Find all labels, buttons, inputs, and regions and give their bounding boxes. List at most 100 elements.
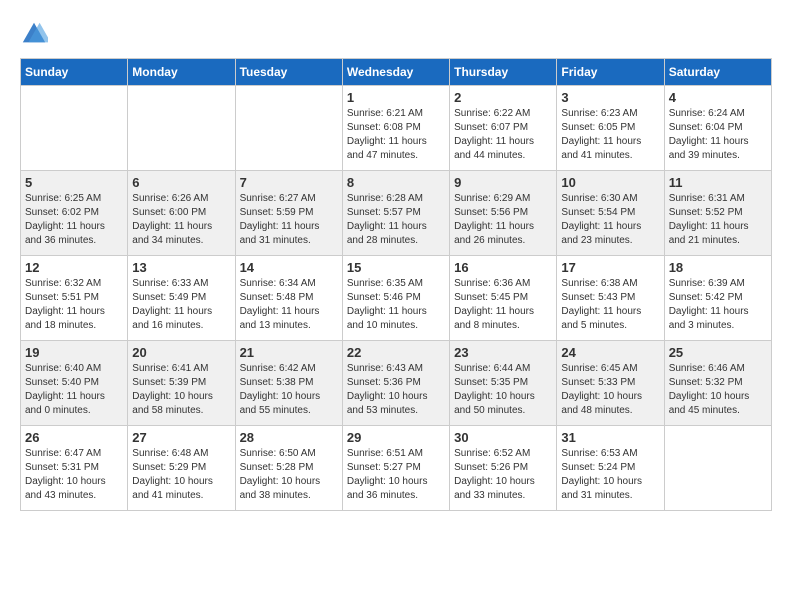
calendar-week-row: 12 Sunrise: 6:32 AM Sunset: 5:51 PM Dayli… bbox=[21, 256, 772, 341]
day-info: Sunrise: 6:33 AM Sunset: 5:49 PM Dayligh… bbox=[132, 277, 230, 333]
calendar-cell: 26 Sunrise: 6:47 AM Sunset: 5:31 PM Dayli… bbox=[21, 426, 128, 511]
calendar-cell: 16 Sunrise: 6:36 AM Sunset: 5:45 PM Dayli… bbox=[450, 256, 557, 341]
day-info: Sunrise: 6:35 AM Sunset: 5:46 PM Dayligh… bbox=[347, 277, 445, 333]
calendar-cell: 31 Sunrise: 6:53 AM Sunset: 5:24 PM Dayli… bbox=[557, 426, 664, 511]
calendar-cell: 13 Sunrise: 6:33 AM Sunset: 5:49 PM Dayli… bbox=[128, 256, 235, 341]
day-number: 17 bbox=[561, 260, 659, 275]
calendar-cell: 12 Sunrise: 6:32 AM Sunset: 5:51 PM Dayli… bbox=[21, 256, 128, 341]
calendar-cell: 29 Sunrise: 6:51 AM Sunset: 5:27 PM Dayli… bbox=[342, 426, 449, 511]
day-info: Sunrise: 6:32 AM Sunset: 5:51 PM Dayligh… bbox=[25, 277, 123, 333]
day-number: 20 bbox=[132, 345, 230, 360]
calendar-table: SundayMondayTuesdayWednesdayThursdayFrid… bbox=[20, 58, 772, 511]
calendar-cell: 10Sunrise: 6:30 AM Sunset: 5:54 PM Dayli… bbox=[557, 171, 664, 256]
day-number: 11 bbox=[669, 175, 767, 190]
day-number: 23 bbox=[454, 345, 552, 360]
day-info: Sunrise: 6:51 AM Sunset: 5:27 PM Dayligh… bbox=[347, 447, 445, 503]
day-number: 16 bbox=[454, 260, 552, 275]
day-number: 14 bbox=[240, 260, 338, 275]
day-info: Sunrise: 6:25 AM Sunset: 6:02 PM Dayligh… bbox=[25, 192, 123, 248]
calendar-container: SundayMondayTuesdayWednesdayThursdayFrid… bbox=[0, 0, 792, 521]
day-info: Sunrise: 6:22 AM Sunset: 6:07 PM Dayligh… bbox=[454, 107, 552, 163]
day-number: 15 bbox=[347, 260, 445, 275]
weekday-header: Tuesday bbox=[235, 59, 342, 86]
calendar-week-row: 5 Sunrise: 6:25 AM Sunset: 6:02 PM Daylig… bbox=[21, 171, 772, 256]
calendar-cell: 22 Sunrise: 6:43 AM Sunset: 5:36 PM Dayli… bbox=[342, 341, 449, 426]
calendar-cell bbox=[21, 86, 128, 171]
day-number: 28 bbox=[240, 430, 338, 445]
calendar-cell: 30Sunrise: 6:52 AM Sunset: 5:26 PM Dayli… bbox=[450, 426, 557, 511]
calendar-week-row: 26 Sunrise: 6:47 AM Sunset: 5:31 PM Dayli… bbox=[21, 426, 772, 511]
day-info: Sunrise: 6:43 AM Sunset: 5:36 PM Dayligh… bbox=[347, 362, 445, 418]
logo-icon bbox=[20, 20, 48, 48]
day-info: Sunrise: 6:45 AM Sunset: 5:33 PM Dayligh… bbox=[561, 362, 659, 418]
weekday-header-row: SundayMondayTuesdayWednesdayThursdayFrid… bbox=[21, 59, 772, 86]
weekday-header: Friday bbox=[557, 59, 664, 86]
day-number: 29 bbox=[347, 430, 445, 445]
day-number: 6 bbox=[132, 175, 230, 190]
day-number: 5 bbox=[25, 175, 123, 190]
calendar-cell: 20 Sunrise: 6:41 AM Sunset: 5:39 PM Dayli… bbox=[128, 341, 235, 426]
day-number: 22 bbox=[347, 345, 445, 360]
day-info: Sunrise: 6:42 AM Sunset: 5:38 PM Dayligh… bbox=[240, 362, 338, 418]
day-number: 2 bbox=[454, 90, 552, 105]
day-number: 19 bbox=[25, 345, 123, 360]
weekday-header: Thursday bbox=[450, 59, 557, 86]
calendar-cell: 11 Sunrise: 6:31 AM Sunset: 5:52 PM Dayli… bbox=[664, 171, 771, 256]
calendar-cell: 2 Sunrise: 6:22 AM Sunset: 6:07 PM Daylig… bbox=[450, 86, 557, 171]
calendar-cell bbox=[128, 86, 235, 171]
day-number: 27 bbox=[132, 430, 230, 445]
calendar-cell bbox=[235, 86, 342, 171]
logo bbox=[20, 20, 50, 48]
day-number: 12 bbox=[25, 260, 123, 275]
day-number: 9 bbox=[454, 175, 552, 190]
day-info: Sunrise: 6:47 AM Sunset: 5:31 PM Dayligh… bbox=[25, 447, 123, 503]
day-info: Sunrise: 6:44 AM Sunset: 5:35 PM Dayligh… bbox=[454, 362, 552, 418]
day-number: 3 bbox=[561, 90, 659, 105]
calendar-cell: 7 Sunrise: 6:27 AM Sunset: 5:59 PM Daylig… bbox=[235, 171, 342, 256]
day-number: 4 bbox=[669, 90, 767, 105]
calendar-cell: 25Sunrise: 6:46 AM Sunset: 5:32 PM Dayli… bbox=[664, 341, 771, 426]
calendar-cell: 3 Sunrise: 6:23 AM Sunset: 6:05 PM Daylig… bbox=[557, 86, 664, 171]
day-info: Sunrise: 6:21 AM Sunset: 6:08 PM Dayligh… bbox=[347, 107, 445, 163]
day-number: 7 bbox=[240, 175, 338, 190]
calendar-cell: 9 Sunrise: 6:29 AM Sunset: 5:56 PM Daylig… bbox=[450, 171, 557, 256]
day-info: Sunrise: 6:50 AM Sunset: 5:28 PM Dayligh… bbox=[240, 447, 338, 503]
day-info: Sunrise: 6:31 AM Sunset: 5:52 PM Dayligh… bbox=[669, 192, 767, 248]
calendar-cell: 5 Sunrise: 6:25 AM Sunset: 6:02 PM Daylig… bbox=[21, 171, 128, 256]
weekday-header: Sunday bbox=[21, 59, 128, 86]
day-info: Sunrise: 6:39 AM Sunset: 5:42 PM Dayligh… bbox=[669, 277, 767, 333]
day-number: 24 bbox=[561, 345, 659, 360]
day-info: Sunrise: 6:27 AM Sunset: 5:59 PM Dayligh… bbox=[240, 192, 338, 248]
calendar-cell: 8Sunrise: 6:28 AM Sunset: 5:57 PM Daylig… bbox=[342, 171, 449, 256]
day-info: Sunrise: 6:23 AM Sunset: 6:05 PM Dayligh… bbox=[561, 107, 659, 163]
day-info: Sunrise: 6:28 AM Sunset: 5:57 PM Dayligh… bbox=[347, 192, 445, 248]
calendar-cell: 14 Sunrise: 6:34 AM Sunset: 5:48 PM Dayli… bbox=[235, 256, 342, 341]
day-info: Sunrise: 6:41 AM Sunset: 5:39 PM Dayligh… bbox=[132, 362, 230, 418]
day-info: Sunrise: 6:29 AM Sunset: 5:56 PM Dayligh… bbox=[454, 192, 552, 248]
calendar-cell: 24 Sunrise: 6:45 AM Sunset: 5:33 PM Dayli… bbox=[557, 341, 664, 426]
day-info: Sunrise: 6:40 AM Sunset: 5:40 PM Dayligh… bbox=[25, 362, 123, 418]
calendar-cell bbox=[664, 426, 771, 511]
calendar-cell: 4 Sunrise: 6:24 AM Sunset: 6:04 PM Daylig… bbox=[664, 86, 771, 171]
day-info: Sunrise: 6:52 AM Sunset: 5:26 PM Dayligh… bbox=[454, 447, 552, 503]
day-info: Sunrise: 6:30 AM Sunset: 5:54 PM Dayligh… bbox=[561, 192, 659, 248]
day-number: 31 bbox=[561, 430, 659, 445]
day-number: 1 bbox=[347, 90, 445, 105]
calendar-cell: 17 Sunrise: 6:38 AM Sunset: 5:43 PM Dayli… bbox=[557, 256, 664, 341]
day-info: Sunrise: 6:24 AM Sunset: 6:04 PM Dayligh… bbox=[669, 107, 767, 163]
day-info: Sunrise: 6:34 AM Sunset: 5:48 PM Dayligh… bbox=[240, 277, 338, 333]
weekday-header: Saturday bbox=[664, 59, 771, 86]
calendar-cell: 6Sunrise: 6:26 AM Sunset: 6:00 PM Daylig… bbox=[128, 171, 235, 256]
calendar-cell: 23 Sunrise: 6:44 AM Sunset: 5:35 PM Dayli… bbox=[450, 341, 557, 426]
header bbox=[20, 20, 772, 48]
day-info: Sunrise: 6:53 AM Sunset: 5:24 PM Dayligh… bbox=[561, 447, 659, 503]
calendar-cell: 15 Sunrise: 6:35 AM Sunset: 5:46 PM Dayli… bbox=[342, 256, 449, 341]
day-number: 13 bbox=[132, 260, 230, 275]
day-number: 21 bbox=[240, 345, 338, 360]
weekday-header: Monday bbox=[128, 59, 235, 86]
calendar-week-row: 19 Sunrise: 6:40 AM Sunset: 5:40 PM Dayli… bbox=[21, 341, 772, 426]
calendar-cell: 28 Sunrise: 6:50 AM Sunset: 5:28 PM Dayli… bbox=[235, 426, 342, 511]
day-info: Sunrise: 6:36 AM Sunset: 5:45 PM Dayligh… bbox=[454, 277, 552, 333]
day-info: Sunrise: 6:38 AM Sunset: 5:43 PM Dayligh… bbox=[561, 277, 659, 333]
day-number: 26 bbox=[25, 430, 123, 445]
